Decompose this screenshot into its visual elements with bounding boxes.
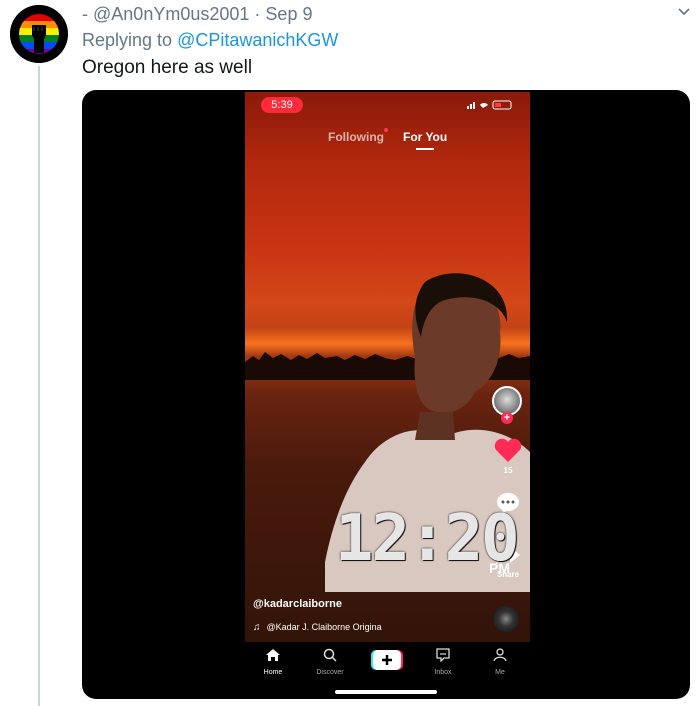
replying-to-link[interactable]: @CPitawanichKGW	[177, 30, 338, 50]
nav-inbox[interactable]: Inbox	[423, 648, 463, 676]
chevron-down-icon[interactable]	[676, 4, 692, 20]
tiktok-video-frame: 5:39 Following For You + 15 0 Share 12:2…	[245, 92, 530, 696]
tweet-header: - @An0nYm0us2001 · Sep 9	[82, 4, 312, 25]
dash: -	[82, 4, 88, 24]
inbox-icon	[436, 648, 450, 663]
separator: ·	[254, 4, 261, 24]
avatar[interactable]	[10, 5, 68, 63]
tweet-date[interactable]: Sep 9	[265, 4, 312, 24]
nav-discover[interactable]: Discover	[310, 648, 350, 676]
tweet-text: Oregon here as well	[82, 57, 253, 78]
replying-to: Replying to @CPitawanichKGW	[82, 30, 338, 51]
nav-home-label: Home	[263, 669, 283, 676]
add-video-icon[interactable]	[371, 650, 403, 670]
sound-record-icon[interactable]	[493, 606, 519, 632]
search-icon	[323, 648, 337, 662]
status-icons	[467, 100, 512, 110]
raised-fist-icon	[10, 5, 68, 63]
status-time: 5:39	[261, 97, 303, 113]
video-media[interactable]: 5:39 Following For You + 15 0 Share 12:2…	[82, 90, 690, 699]
replying-prefix: Replying to	[82, 30, 173, 50]
bottom-nav: Home Discover Inbox Me	[245, 642, 530, 696]
nav-discover-label: Discover	[316, 669, 344, 676]
like-count: 15	[503, 466, 513, 475]
nav-inbox-label: Inbox	[434, 669, 452, 676]
sound-title: @Kadar J. Claiborne Origina	[266, 622, 382, 632]
tab-for-you[interactable]: For You	[403, 130, 447, 144]
heart-icon[interactable]	[493, 438, 523, 464]
nav-home[interactable]: Home	[253, 648, 293, 676]
sound-line[interactable]: ♫ @Kadar J. Claiborne Origina	[253, 622, 382, 633]
user-handle[interactable]: @An0nYm0us2001	[93, 4, 249, 24]
notification-dot	[384, 128, 388, 132]
nav-me[interactable]: Me	[480, 648, 520, 676]
tab-underline	[416, 148, 434, 150]
clock-meridiem: PM	[489, 560, 510, 576]
video-username[interactable]: @kadarclaiborne	[253, 598, 342, 610]
follow-plus-icon[interactable]: +	[501, 412, 513, 424]
nav-me-label: Me	[495, 669, 505, 676]
home-indicator	[335, 690, 437, 694]
thread-line	[38, 66, 40, 706]
profile-icon	[493, 648, 507, 662]
music-note-icon: ♫	[253, 622, 261, 633]
home-icon	[266, 649, 280, 661]
tab-following[interactable]: Following	[328, 130, 384, 144]
